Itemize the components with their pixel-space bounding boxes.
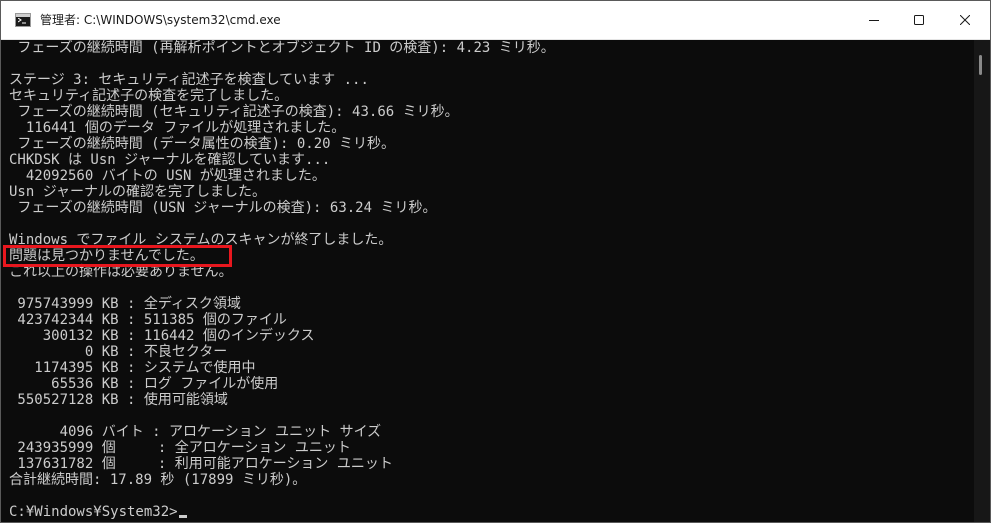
- console-line: 975743999 KB : 全ディスク領域: [9, 296, 241, 312]
- minimize-icon: [869, 20, 879, 21]
- console-line: ステージ 3: セキュリティ記述子を検査しています ...: [9, 72, 369, 88]
- console-line: 116441 個のデータ ファイルが処理されました。: [9, 120, 346, 136]
- title-bar[interactable]: 管理者: C:\WINDOWS\system32\cmd.exe: [1, 1, 990, 40]
- maximize-icon: [914, 15, 924, 25]
- window-title: 管理者: C:\WINDOWS\system32\cmd.exe: [40, 13, 281, 27]
- console-line: 65536 KB : ログ ファイルが使用: [9, 376, 279, 392]
- close-button[interactable]: [942, 1, 988, 39]
- scrollbar-thumb[interactable]: [979, 55, 982, 75]
- console-line: 137631782 個 : 利用可能アロケーション ユニット: [9, 456, 393, 472]
- console-line: 42092560 バイトの USN が処理されました。: [9, 168, 326, 184]
- console-line: 0 KB : 不良セクター: [9, 344, 228, 360]
- command-prompt[interactable]: C:¥Windows¥System32>: [9, 504, 187, 520]
- console-line: 1174395 KB : システムで使用中: [9, 360, 256, 376]
- console-line: フェーズの継続時間 (セキュリティ記述子の検査): 43.66 ミリ秒。: [9, 104, 459, 120]
- console-line: 4096 バイト : アロケーション ユニット サイズ: [9, 424, 382, 440]
- console-line: Usn ジャーナルの確認を完了しました。: [9, 184, 267, 200]
- console-line: 243935999 個 : 全アロケーション ユニット: [9, 440, 351, 456]
- console-line: フェーズの継続時間 (再解析ポイントとオブジェクト ID の検査): 4.23 …: [9, 40, 555, 56]
- text-cursor: [178, 515, 187, 518]
- console-line: フェーズの継続時間 (データ属性の検査): 0.20 ミリ秒。: [9, 136, 396, 152]
- console-line: フェーズの継続時間 (USN ジャーナルの検査): 63.24 ミリ秒。: [9, 200, 437, 216]
- highlight-annotation-box: [3, 245, 232, 267]
- console-line: 合計継続時間: 17.89 秒 (17899 ミリ秒)。: [9, 472, 307, 488]
- prompt-text: C:¥Windows¥System32>: [9, 504, 178, 520]
- console-line: 423742344 KB : 511385 個のファイル: [9, 312, 287, 328]
- minimize-button[interactable]: [851, 1, 897, 39]
- console-output[interactable]: フェーズの継続時間 (再解析ポイントとオブジェクト ID の検査): 4.23 …: [1, 40, 974, 522]
- cmd-window: 管理者: C:\WINDOWS\system32\cmd.exe フェーズの継続…: [0, 0, 991, 523]
- close-icon: [960, 15, 970, 25]
- console-line: 300132 KB : 116442 個のインデックス: [9, 328, 315, 344]
- console-line: 550527128 KB : 使用可能領域: [9, 392, 228, 408]
- console-line: CHKDSK は Usn ジャーナルを確認しています...: [9, 152, 331, 168]
- maximize-button[interactable]: [896, 1, 942, 39]
- console-line: セキュリティ記述子の検査を完了しました。: [9, 88, 289, 104]
- vertical-scrollbar[interactable]: [974, 40, 990, 522]
- cmd-icon: [15, 13, 31, 27]
